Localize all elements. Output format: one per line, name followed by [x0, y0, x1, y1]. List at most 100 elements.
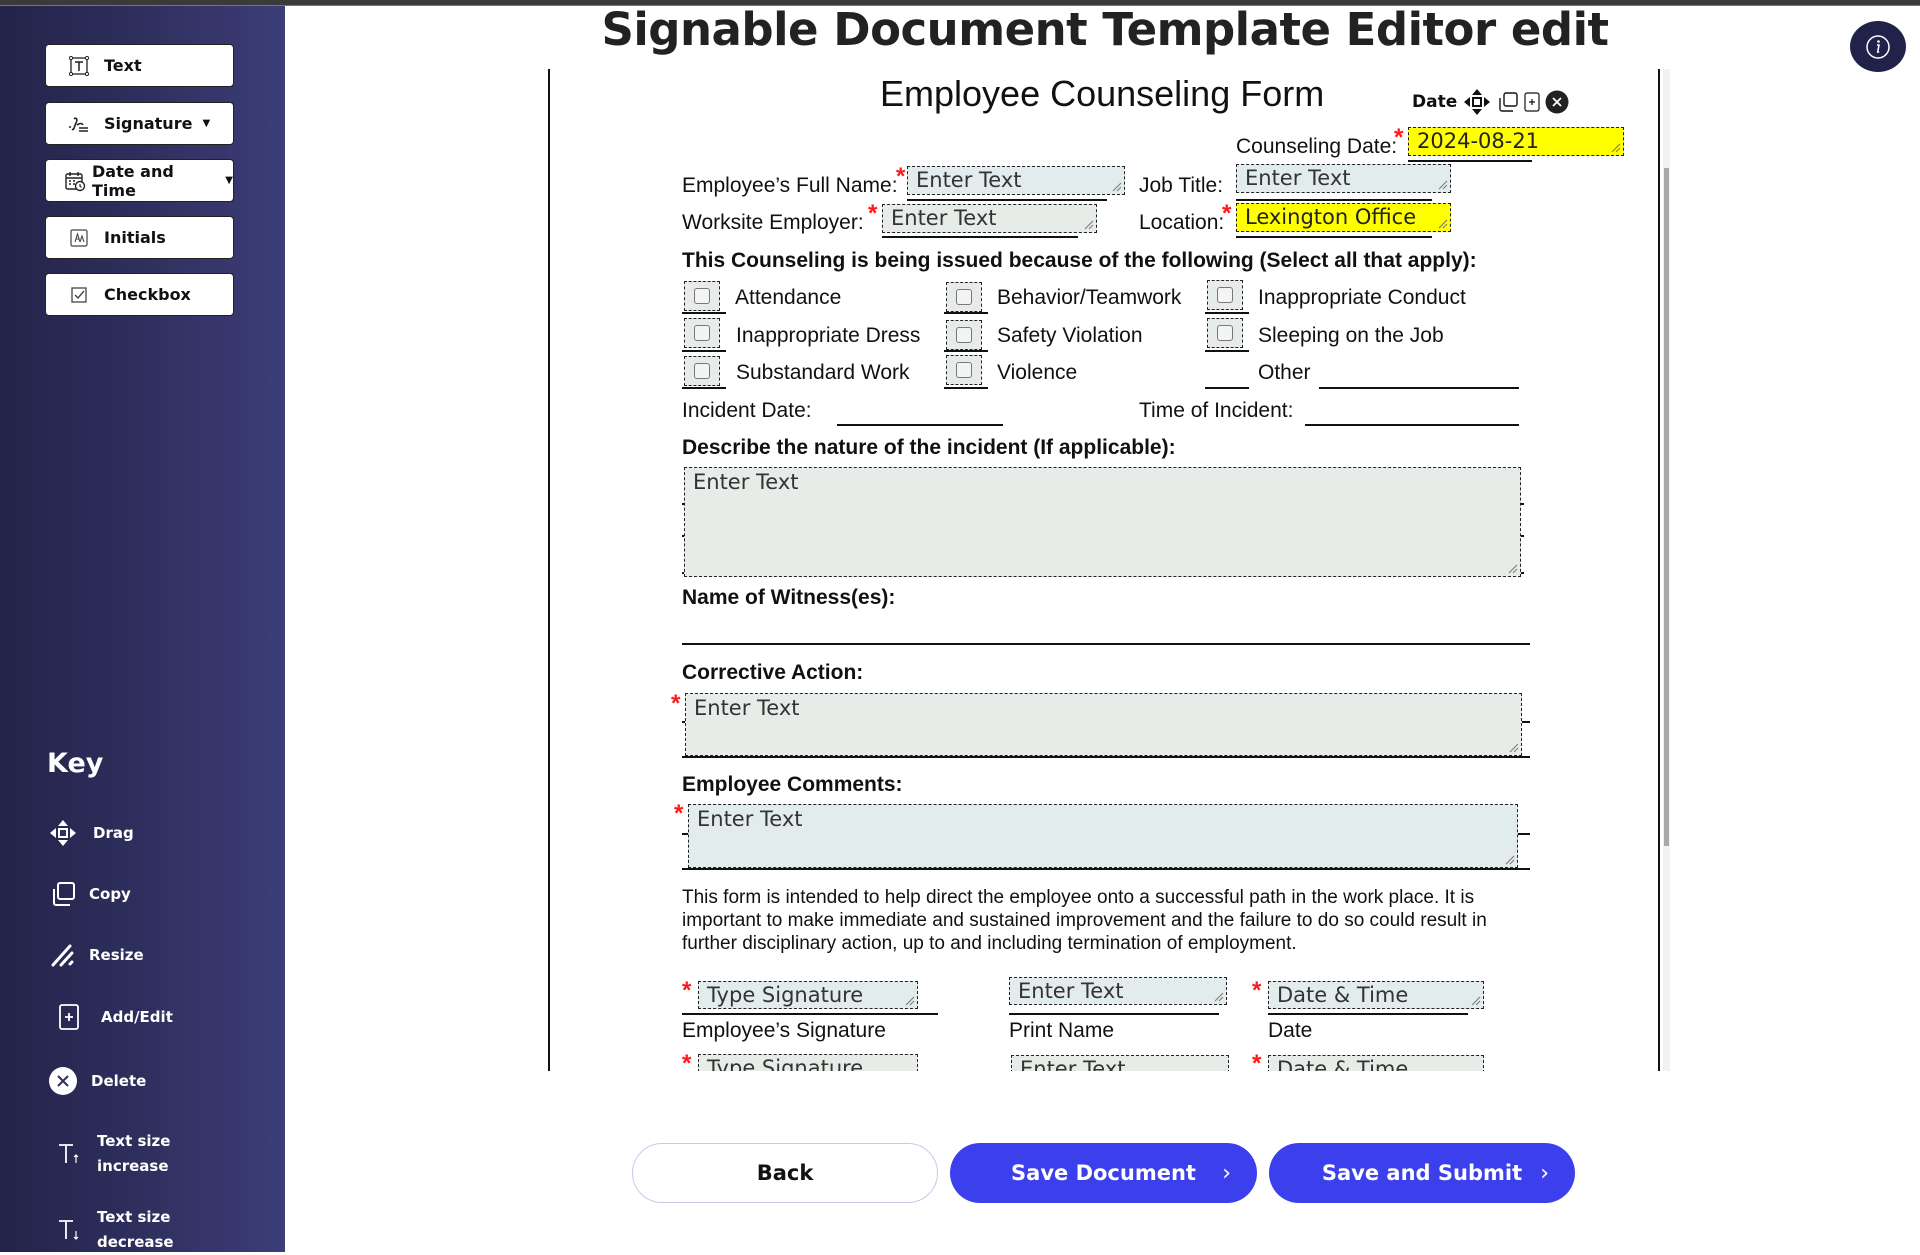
incident-date-underline [837, 424, 1003, 426]
employee-signature-field[interactable]: Type Signature [698, 981, 918, 1009]
other-label: Other [1258, 361, 1311, 384]
print-name-field-2[interactable]: Enter Text [1011, 1055, 1229, 1071]
underline [682, 1013, 938, 1015]
field-placeholder: Enter Text [916, 168, 1022, 192]
checkbox-inappropriate-conduct[interactable] [1207, 280, 1243, 310]
delete-icon [47, 1065, 79, 1097]
checkbox-label: Inappropriate Conduct [1258, 286, 1466, 309]
sidebar: Text Signature ▼ Date and Time ▼ Initial… [0, 6, 285, 1252]
tool-label: Initials [104, 228, 166, 247]
tool-text-button[interactable]: Text [45, 44, 234, 87]
initials-icon [68, 227, 90, 249]
delete-icon[interactable] [1545, 90, 1569, 114]
resize-icon[interactable] [1471, 996, 1481, 1006]
print-name-field[interactable]: Enter Text [1009, 977, 1227, 1005]
underline [1205, 387, 1249, 389]
field-placeholder: Type Signature [707, 983, 864, 1007]
tool-checkbox-button[interactable]: Checkbox [45, 273, 234, 316]
employee-name-label: Employee’s Full Name: [682, 174, 898, 197]
checkbox-box [1217, 325, 1233, 341]
resize-icon[interactable] [1112, 182, 1122, 192]
checkbox-substandard-work[interactable] [684, 356, 720, 386]
location-label: Location: [1139, 211, 1225, 234]
resize-icon[interactable] [1611, 143, 1621, 153]
key-label: Resize [89, 946, 144, 964]
document-scrollbar-thumb[interactable] [1664, 168, 1669, 846]
field-placeholder: Enter Text [693, 470, 799, 494]
underline [944, 312, 988, 314]
checkbox-box [956, 362, 972, 378]
copy-icon[interactable] [1497, 91, 1519, 113]
resize-icon[interactable] [1084, 220, 1094, 230]
disclaimer-paragraph: This form is intended to help direct the… [682, 887, 1487, 954]
employee-signature-field-2[interactable]: Type Signature [698, 1054, 918, 1071]
underline [944, 350, 988, 352]
checkbox-label: Attendance [735, 286, 842, 309]
drag-move-icon[interactable] [1462, 87, 1492, 117]
key-label: Add/Edit [101, 1008, 173, 1026]
field-placeholder: Date & Time [1277, 1057, 1409, 1071]
required-asterisk: * [674, 800, 684, 827]
corrective-action-field[interactable]: Enter Text [685, 693, 1522, 756]
resize-icon[interactable] [1438, 180, 1448, 190]
checkbox-box [956, 289, 972, 305]
underline [1205, 350, 1249, 352]
checkbox-inappropriate-dress[interactable] [684, 318, 720, 348]
resize-icon[interactable] [1438, 219, 1448, 229]
date-time-field-2[interactable]: Date & Time [1268, 1055, 1484, 1071]
checkbox-sleeping-on-job[interactable] [1207, 318, 1243, 348]
underline [1205, 312, 1249, 314]
describe-incident-field[interactable]: Enter Text [684, 467, 1521, 577]
date-time-field[interactable]: Date & Time [1268, 981, 1484, 1009]
checkbox-box [694, 288, 710, 304]
other-underline [1319, 387, 1519, 389]
checkbox-attendance[interactable] [684, 281, 720, 311]
job-title-field[interactable]: Enter Text [1236, 164, 1451, 193]
tool-initials-button[interactable]: Initials [45, 216, 234, 259]
tool-date-time-button[interactable]: Date and Time ▼ [45, 159, 234, 202]
back-button[interactable]: Back [632, 1143, 938, 1203]
tool-label: Checkbox [104, 285, 191, 304]
witness-underline [682, 643, 1530, 645]
resize-icon[interactable] [1214, 992, 1224, 1002]
save-document-button[interactable]: Save Document › [950, 1143, 1257, 1203]
copy-icon [47, 878, 79, 910]
checkbox-label: Substandard Work [736, 361, 910, 384]
counseling-date-field[interactable]: 2024-08-21 [1408, 127, 1624, 156]
resize-icon[interactable] [1505, 855, 1515, 865]
signature-icon [68, 113, 90, 135]
key-label: Delete [91, 1072, 147, 1090]
key-label: Drag [93, 824, 134, 842]
add-edit-icon[interactable] [1524, 92, 1540, 112]
document-viewport[interactable]: Employee Counseling Form Date Counseling… [548, 69, 1660, 1071]
checkbox-box [694, 363, 710, 379]
incident-time-label: Time of Incident: [1139, 399, 1294, 422]
save-and-submit-button[interactable]: Save and Submit › [1269, 1143, 1575, 1203]
active-field-toolbar: Date [1412, 87, 1569, 117]
checkbox-safety-violation[interactable] [946, 320, 982, 350]
form-title: Employee Counseling Form [880, 73, 1325, 114]
employee-comments-field[interactable]: Enter Text [688, 804, 1518, 868]
info-icon [1866, 34, 1890, 59]
resize-icon[interactable] [1509, 743, 1519, 753]
add-edit-icon [53, 1001, 85, 1033]
info-button[interactable] [1850, 21, 1906, 72]
checkbox-box [956, 327, 972, 343]
underline [682, 868, 1530, 870]
checkbox-label: Safety Violation [997, 324, 1143, 347]
checkbox-violence[interactable] [946, 355, 982, 385]
required-asterisk: * [1252, 977, 1262, 1004]
field-placeholder: Enter Text [1245, 166, 1351, 190]
key-label-line2: increase [97, 1157, 169, 1175]
checkbox-behavior-teamwork[interactable] [946, 282, 982, 312]
employee-name-field[interactable]: Enter Text [907, 166, 1125, 195]
key-label: Text size decrease [97, 1205, 174, 1255]
key-label-line1: Text size [97, 1132, 171, 1150]
location-field[interactable]: Lexington Office [1236, 203, 1451, 232]
incident-time-underline [1305, 424, 1519, 426]
required-asterisk: * [671, 690, 681, 717]
worksite-employer-field[interactable]: Enter Text [882, 204, 1097, 233]
resize-icon[interactable] [905, 996, 915, 1006]
tool-signature-button[interactable]: Signature ▼ [45, 102, 234, 145]
resize-icon[interactable] [1508, 564, 1518, 574]
